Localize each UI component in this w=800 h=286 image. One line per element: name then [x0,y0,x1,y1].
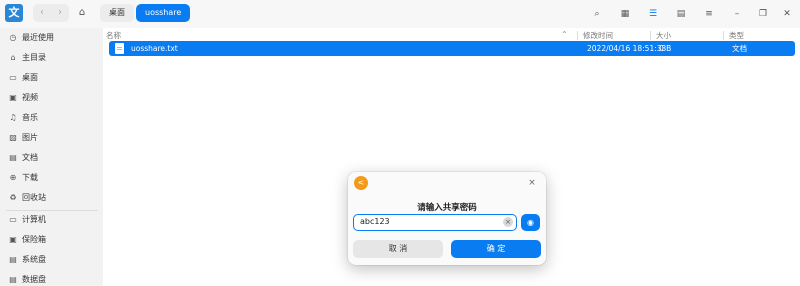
disk-icon: ▤ [9,275,17,284]
sidebar-item-label: 回收站 [22,193,46,202]
list-view-icon[interactable]: ☰ [646,7,660,21]
sidebar-item-label: 音乐 [22,113,38,122]
file-modified: 2022/04/16 18:51:33 [587,44,667,53]
sidebar-item-trash[interactable]: ♻ 回收站 [0,188,103,208]
video-icon: ▣ [9,93,17,102]
password-input[interactable]: abc123 × [353,214,517,231]
sidebar-item-system-disk[interactable]: ▤ 系统盘 [0,250,103,270]
file-name: uosshare.txt [131,44,178,53]
sidebar-item-label: 主目录 [22,53,46,62]
show-password-icon[interactable]: ◉ [521,214,540,231]
disk-icon: ▤ [9,255,17,264]
cancel-button[interactable]: 取 消 [353,240,443,258]
clock-icon: ◷ [9,33,17,42]
breadcrumb-uosshare[interactable]: uosshare [136,4,191,22]
sidebar-item-label: 计算机 [22,215,46,224]
column-header-name[interactable]: 名称 [106,30,121,41]
sidebar-item-documents[interactable]: ▤ 文档 [0,148,103,168]
share-password-dialog: < × 请输入共享密码 abc123 × ◉ 取 消 确 定 [348,172,546,265]
sidebar-item-label: 数据盘 [22,275,46,284]
sidebar-item-downloads[interactable]: ⊕ 下载 [0,168,103,188]
music-icon: ♫ [9,113,17,122]
desktop-icon: ▭ [9,73,17,82]
clear-input-icon[interactable]: × [503,217,513,227]
sidebar-item-label: 保险箱 [22,235,46,244]
breadcrumb-desktop[interactable]: 桌面 [100,4,134,22]
search-icon[interactable]: ⌕ [590,7,604,21]
sidebar-item-label: 最近使用 [22,33,54,42]
navigation-buttons: ‹ › [33,4,69,22]
column-header-modified[interactable]: 修改时间 [583,30,613,41]
text-file-icon [115,43,124,54]
sidebar-item-label: 图片 [22,133,38,142]
column-divider[interactable] [650,31,651,40]
column-divider[interactable] [577,31,578,40]
forward-button[interactable]: › [51,4,69,22]
minimize-icon[interactable]: – [730,7,744,21]
dialog-title: 请输入共享密码 [417,203,477,213]
sidebar-item-label: 文档 [22,153,38,162]
confirm-button[interactable]: 确 定 [451,240,541,258]
sidebar-item-label: 桌面 [22,73,38,82]
sidebar-item-home[interactable]: ⌂ 主目录 [0,48,103,68]
sidebar-item-data-disk[interactable]: ▤ 数据盘 [0,270,103,286]
home-icon[interactable]: ⌂ [74,5,90,21]
trash-icon: ♻ [9,193,17,202]
home-icon: ⌂ [10,53,16,62]
sidebar: ◷ 最近使用 ⌂ 主目录 ▭ 桌面 ▣ 视频 ♫ 音乐 ▨ 图片 ▤ 文档 ⊕ … [0,28,103,286]
close-icon[interactable]: ✕ [780,7,794,21]
vault-icon: ▣ [9,235,17,244]
download-icon: ⊕ [9,173,17,182]
sidebar-item-music[interactable]: ♫ 音乐 [0,108,103,128]
sidebar-item-label: 下载 [22,173,38,182]
titlebar: 文 ‹ › ⌂ 桌面 uosshare ⌕ ▦ ☰ ▤ ≡ – ❐ ✕ [0,0,800,28]
table-row[interactable]: uosshare.txt 2022/04/16 18:51:33 0 B 文档 [109,41,795,56]
sidebar-item-videos[interactable]: ▣ 视频 [0,88,103,108]
maximize-icon[interactable]: ❐ [756,7,770,21]
detail-view-icon[interactable]: ▤ [674,7,688,21]
sort-ascending-icon[interactable]: ⌃ [561,30,568,39]
sidebar-item-label: 视频 [22,93,38,102]
file-size: 0 B [659,44,672,53]
password-value: abc123 [360,217,390,226]
sidebar-item-desktop[interactable]: ▭ 桌面 [0,68,103,88]
column-divider[interactable] [723,31,724,40]
sidebar-item-recent[interactable]: ◷ 最近使用 [0,28,103,48]
sidebar-item-label: 系统盘 [22,255,46,264]
picture-icon: ▨ [9,133,17,142]
sidebar-item-pictures[interactable]: ▨ 图片 [0,128,103,148]
column-header-type[interactable]: 类型 [729,30,744,41]
share-icon: < [354,176,368,190]
sidebar-item-computer[interactable]: ▭ 计算机 [0,210,103,230]
file-type: 文档 [732,44,747,53]
document-icon: ▤ [9,153,17,162]
menu-icon[interactable]: ≡ [702,7,716,21]
dialog-close-button[interactable]: × [526,177,538,189]
computer-icon: ▭ [9,215,17,224]
column-header-size[interactable]: 大小 [656,30,671,41]
sidebar-item-vault[interactable]: ▣ 保险箱 [0,230,103,250]
back-button[interactable]: ‹ [33,4,51,22]
grid-view-icon[interactable]: ▦ [618,7,632,21]
file-manager-icon[interactable]: 文 [5,4,23,22]
